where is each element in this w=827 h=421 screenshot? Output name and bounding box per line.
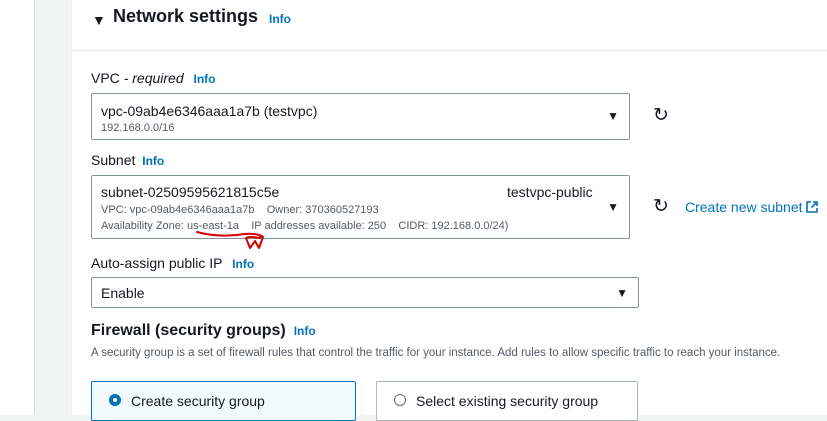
triangle-down-icon: ▼ <box>607 200 619 214</box>
subnet-selected-value: subnet-02509595621815c5e <box>101 184 280 200</box>
create-new-subnet-link[interactable]: Create new subnet <box>685 199 818 215</box>
network-settings-panel: ▼ Network settings Info VPC - required I… <box>71 0 827 421</box>
firewall-title-text: Firewall (security groups) <box>91 322 286 339</box>
radio-selected-icon[interactable] <box>109 394 121 406</box>
auto-ip-info-link[interactable]: Info <box>232 257 254 271</box>
subnet-name: testvpc-public <box>507 184 593 200</box>
create-security-group-label: Create security group <box>131 393 265 409</box>
triangle-down-icon: ▼ <box>616 286 628 300</box>
section-info-link[interactable]: Info <box>269 12 291 26</box>
auto-ip-label: Auto-assign public IP Info <box>91 255 254 271</box>
firewall-info-link[interactable]: Info <box>294 324 316 338</box>
vpc-required-text: - required <box>123 70 184 86</box>
section-title: Network settings <box>113 6 259 26</box>
external-link-icon <box>805 201 818 213</box>
auto-ip-selected-value: Enable <box>101 285 145 301</box>
caret-down-icon[interactable]: ▼ <box>92 12 106 28</box>
vpc-label: VPC - required Info <box>91 70 216 86</box>
panel-header[interactable]: ▼ Network settings Info <box>72 0 827 51</box>
select-existing-security-group-label: Select existing security group <box>416 393 599 409</box>
create-new-subnet-text[interactable]: Create new subnet <box>685 199 803 215</box>
page-gutter <box>35 0 71 415</box>
radio-unselected-icon[interactable] <box>394 394 406 406</box>
subnet-label: Subnet Info <box>91 152 164 168</box>
vpc-label-text: VPC <box>91 70 120 86</box>
create-security-group-option[interactable]: Create security group <box>91 381 356 421</box>
subnet-detail-vpc-owner: VPC: vpc-09ab4e6346aaa1a7b Owner: 370360… <box>101 204 379 216</box>
subnet-label-text: Subnet <box>91 152 136 168</box>
refresh-icon[interactable]: ↻ <box>650 105 672 127</box>
subnet-detail-az-ip-cidr: Availability Zone: us-east-1a IP address… <box>101 220 509 232</box>
firewall-description: A security group is a set of firewall ru… <box>91 347 781 359</box>
vpc-cidr: 192.168.0.0/16 <box>101 122 175 134</box>
triangle-down-icon: ▼ <box>607 109 619 123</box>
vpc-info-link[interactable]: Info <box>194 72 216 86</box>
select-existing-security-group-option[interactable]: Select existing security group <box>376 381 638 421</box>
firewall-title: Firewall (security groups) Info <box>91 322 316 340</box>
subnet-info-link[interactable]: Info <box>142 154 164 168</box>
left-sidebar-strip <box>0 0 35 415</box>
vpc-select[interactable]: vpc-09ab4e6346aaa1a7b (testvpc) 192.168.… <box>91 93 630 140</box>
auto-ip-select[interactable]: Enable ▼ <box>91 277 639 308</box>
refresh-icon[interactable]: ↻ <box>650 196 672 218</box>
auto-ip-label-text: Auto-assign public IP <box>91 255 223 271</box>
vpc-selected-value: vpc-09ab4e6346aaa1a7b (testvpc) <box>101 103 318 119</box>
subnet-select[interactable]: subnet-02509595621815c5e testvpc-public … <box>91 175 630 239</box>
